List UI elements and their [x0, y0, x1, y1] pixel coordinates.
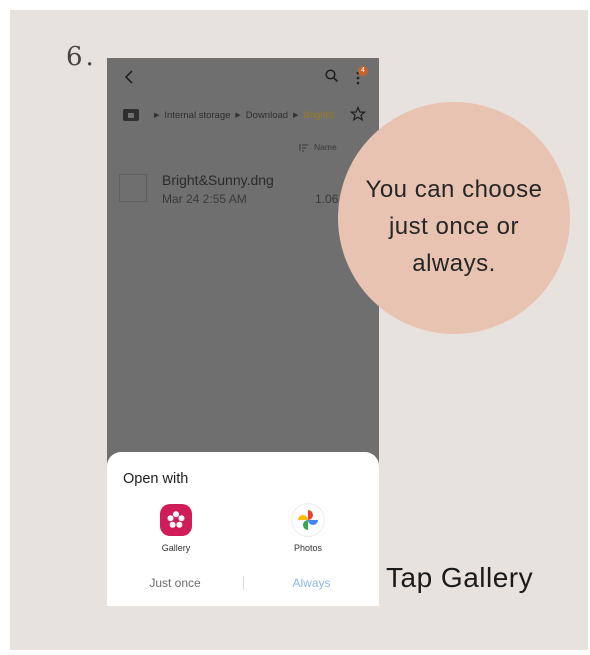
phone-screenshot: 4 ▶ Internal storage ▶ Download ▶ Bright…	[107, 58, 379, 606]
sheet-actions: Just once Always	[107, 572, 379, 594]
sheet-title: Open with	[123, 471, 189, 487]
star-icon[interactable]	[350, 106, 366, 122]
breadcrumb: ▶ Internal storage ▶ Download ▶ BrightS	[123, 106, 373, 124]
breadcrumb-item[interactable]: Internal storage	[164, 110, 230, 121]
sort-label: Name	[314, 142, 337, 152]
app-toolbar: 4	[107, 58, 379, 98]
file-name: Bright&Sunny.dng	[162, 172, 274, 188]
callout-text: You can choose just once or always.	[338, 171, 570, 282]
gallery-icon	[160, 504, 192, 536]
back-arrow-icon[interactable]	[121, 66, 137, 88]
photos-icon	[292, 504, 324, 536]
callout-line: You can choose	[365, 176, 543, 203]
notification-badge: 4	[358, 66, 368, 76]
callout-line: always.	[412, 250, 496, 277]
search-icon[interactable]	[324, 68, 340, 84]
sort-control[interactable]: Name	[299, 142, 337, 152]
chevron-right-icon: ▶	[235, 112, 241, 119]
home-folder-icon[interactable]	[123, 109, 139, 121]
breadcrumb-item[interactable]: Download	[246, 110, 288, 121]
file-size: 1.06	[315, 192, 339, 206]
chevron-right-icon: ▶	[293, 112, 299, 119]
always-button[interactable]: Always	[244, 572, 379, 594]
file-thumbnail	[119, 174, 147, 202]
gallery-option[interactable]: Gallery	[146, 504, 206, 564]
gallery-label: Gallery	[161, 543, 191, 553]
photos-option[interactable]: Photos	[278, 504, 338, 564]
open-with-sheet: Open with Gallery Photos Just once Alway…	[107, 452, 379, 606]
file-date: Mar 24 2:55 AM	[162, 192, 247, 206]
tap-gallery-caption: Tap Gallery	[386, 562, 534, 593]
callout-line: just once or	[388, 213, 520, 240]
sort-icon	[299, 143, 308, 151]
breadcrumb-current[interactable]: BrightS	[303, 110, 334, 121]
chevron-right-icon: ▶	[154, 112, 160, 119]
just-once-button[interactable]: Just once	[107, 572, 243, 594]
step-number: 6.	[66, 42, 97, 72]
photos-label: Photos	[293, 543, 323, 553]
